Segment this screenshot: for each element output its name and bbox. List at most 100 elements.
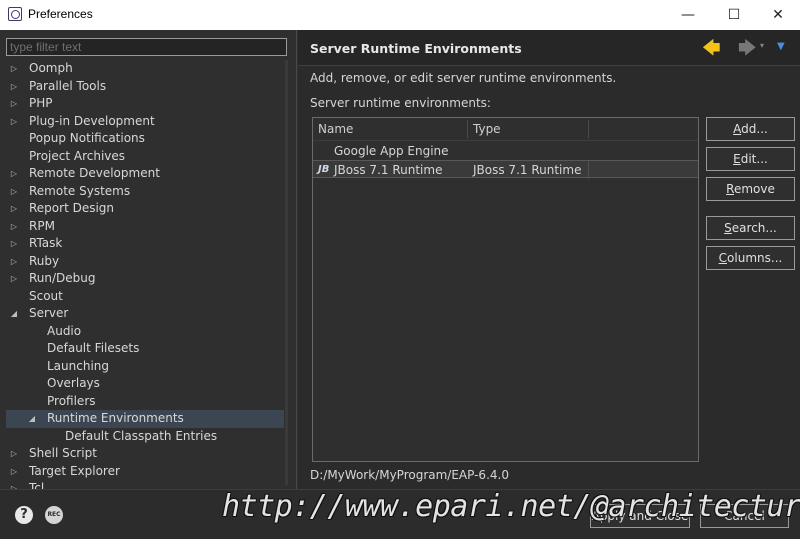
tree-item[interactable]: ▷ Remote Development bbox=[6, 165, 284, 183]
collapsed-arrow-icon[interactable]: ▷ bbox=[8, 445, 20, 463]
tree-item-label: RTask bbox=[29, 236, 63, 250]
tree-item[interactable]: ▷ PHP bbox=[6, 95, 284, 113]
column-divider[interactable] bbox=[467, 120, 468, 138]
forward-arrow-icon[interactable]: 🡆 bbox=[738, 36, 757, 66]
table-row[interactable]: JB JBoss 7.1 Runtime JBoss 7.1 Runtime bbox=[313, 160, 698, 179]
collapsed-arrow-icon[interactable]: ▷ bbox=[8, 95, 20, 113]
collapsed-arrow-icon[interactable]: ▷ bbox=[8, 113, 20, 131]
add-button[interactable]: Add... bbox=[706, 117, 795, 141]
collapsed-arrow-icon[interactable]: ▷ bbox=[8, 463, 20, 481]
tree-item-label: Default Filesets bbox=[47, 341, 140, 355]
tree-item[interactable]: ▷ Shell Script bbox=[6, 445, 284, 463]
tree-item-label: Popup Notifications bbox=[29, 131, 145, 145]
runtime-name: Google App Engine bbox=[334, 144, 449, 158]
tree-item[interactable]: Project Archives bbox=[6, 148, 284, 166]
collapsed-arrow-icon[interactable]: ▷ bbox=[8, 235, 20, 253]
preference-page: Server Runtime Environments 🡄 🡆 ▾ ▼ Add,… bbox=[298, 30, 800, 489]
collapsed-arrow-icon[interactable]: ▷ bbox=[8, 270, 20, 288]
column-header-name[interactable]: Name bbox=[318, 122, 353, 136]
tree-item-label: Parallel Tools bbox=[29, 78, 107, 93]
tree-item[interactable]: Overlays bbox=[6, 375, 284, 393]
forward-dropdown-icon[interactable]: ▾ bbox=[760, 41, 764, 50]
collapsed-arrow-icon[interactable]: ▷ bbox=[8, 60, 20, 78]
minimize-button[interactable]: — bbox=[665, 0, 711, 30]
expanded-arrow-icon[interactable]: ◢ bbox=[26, 410, 38, 428]
collapsed-arrow-icon[interactable]: ▷ bbox=[8, 253, 20, 271]
preferences-tree: ▷ Oomph ▷ Parallel Tools ▷ PHP ▷ Plug-in Develo… bbox=[6, 60, 284, 489]
tree-item[interactable]: ▷ RPM bbox=[6, 218, 284, 236]
tree-item[interactable]: Default Classpath Entries bbox=[6, 428, 284, 446]
tree-item[interactable]: ▷ Tcl bbox=[6, 480, 284, 489]
jboss-icon: JB bbox=[318, 164, 330, 175]
column-divider bbox=[588, 161, 589, 179]
tree-item-label: Launching bbox=[47, 358, 110, 373]
expanded-arrow-icon[interactable]: ◢ bbox=[8, 305, 20, 323]
tree-item[interactable]: ◢ Runtime Environments bbox=[6, 410, 284, 428]
page-header: Server Runtime Environments 🡄 🡆 ▾ ▼ bbox=[298, 30, 800, 66]
tree-item[interactable]: ▷ Ruby bbox=[6, 253, 284, 271]
eclipse-app-icon bbox=[8, 7, 22, 21]
tree-item[interactable]: ▷ Report Design bbox=[6, 200, 284, 218]
preferences-tree-panel: type filter text ▷ Oomph ▷ Parallel Tools ▷ P… bbox=[0, 30, 297, 489]
collapsed-arrow-icon[interactable]: ▷ bbox=[8, 165, 20, 183]
runtime-type: JBoss 7.1 Runtime bbox=[473, 163, 582, 177]
tree-item[interactable]: Launching bbox=[6, 358, 284, 376]
tree-item-label: Profilers bbox=[47, 393, 96, 408]
tree-item[interactable]: ◢ Server bbox=[6, 305, 284, 323]
columns-button[interactable]: Columns... bbox=[706, 246, 795, 270]
tree-item-label: Run/Debug bbox=[29, 271, 96, 285]
record-macro-icon[interactable]: REC bbox=[45, 506, 63, 524]
tree-scrollbar[interactable] bbox=[285, 60, 288, 485]
tree-item[interactable]: Popup Notifications bbox=[6, 130, 284, 148]
tree-item[interactable]: Scout bbox=[6, 288, 284, 306]
tree-item-label: Project Archives bbox=[29, 148, 126, 163]
tree-item-label: Report Design bbox=[29, 201, 115, 215]
collapsed-arrow-icon[interactable]: ▷ bbox=[8, 78, 20, 96]
tree-item-label: Plug-in Development bbox=[29, 113, 155, 128]
remove-button[interactable]: Remove bbox=[706, 177, 795, 201]
page-title: Server Runtime Environments bbox=[310, 41, 522, 56]
maximize-button[interactable]: ☐ bbox=[711, 0, 757, 30]
tree-item[interactable]: ▷ Oomph bbox=[6, 60, 284, 78]
tree-item[interactable]: ▷ Remote Systems bbox=[6, 183, 284, 201]
collapsed-arrow-icon[interactable]: ▷ bbox=[8, 183, 20, 201]
tree-item-label: Tcl bbox=[29, 481, 45, 489]
runtime-name: JBoss 7.1 Runtime bbox=[334, 163, 443, 177]
view-menu-icon[interactable]: ▼ bbox=[777, 41, 785, 52]
tree-item-label: Oomph bbox=[29, 61, 73, 75]
tree-item[interactable]: ▷ Parallel Tools bbox=[6, 78, 284, 96]
edit-button[interactable]: Edit... bbox=[706, 147, 795, 171]
tree-item[interactable]: Default Filesets bbox=[6, 340, 284, 358]
table-row[interactable]: Google App Engine bbox=[313, 142, 698, 160]
close-button[interactable]: ✕ bbox=[755, 0, 800, 30]
collapsed-arrow-icon[interactable]: ▷ bbox=[8, 200, 20, 218]
collapsed-arrow-icon[interactable]: ▷ bbox=[8, 480, 20, 489]
back-arrow-icon[interactable]: 🡄 bbox=[702, 36, 721, 66]
collapsed-arrow-icon[interactable]: ▷ bbox=[8, 218, 20, 236]
tree-item[interactable]: ▷ Target Explorer bbox=[6, 463, 284, 481]
runtime-list-label: Server runtime environments: bbox=[310, 96, 491, 110]
tree-item-label: Target Explorer bbox=[29, 463, 120, 478]
tree-item-label: Ruby bbox=[29, 253, 60, 268]
search-button[interactable]: Search... bbox=[706, 216, 795, 240]
tree-item-label: Runtime Environments bbox=[47, 411, 184, 425]
filter-input[interactable]: type filter text bbox=[6, 38, 287, 56]
tree-item-label: Remote Development bbox=[29, 166, 160, 180]
tree-item[interactable]: ▷ RTask bbox=[6, 235, 284, 253]
tree-item-label: Scout bbox=[29, 288, 63, 303]
runtime-environments-table[interactable]: Name Type Google App Engine JB JBoss 7.1… bbox=[312, 117, 699, 462]
column-divider[interactable] bbox=[588, 120, 589, 138]
table-header: Name Type bbox=[313, 118, 698, 141]
tree-item-label: Default Classpath Entries bbox=[65, 428, 218, 443]
tree-item-label: PHP bbox=[29, 96, 53, 110]
tree-item[interactable]: ▷ Run/Debug bbox=[6, 270, 284, 288]
tree-item[interactable]: Profilers bbox=[6, 393, 284, 411]
window-title: Preferences bbox=[28, 7, 93, 21]
tree-item-label: Overlays bbox=[47, 376, 100, 390]
column-header-type[interactable]: Type bbox=[473, 122, 501, 136]
help-icon[interactable]: ? bbox=[15, 506, 33, 524]
tree-item[interactable]: ▷ Plug-in Development bbox=[6, 113, 284, 131]
watermark-text: http://www.epari.net/@architecture bbox=[222, 489, 800, 524]
tree-item[interactable]: Audio bbox=[6, 323, 284, 341]
title-bar: Preferences — ☐ ✕ bbox=[0, 0, 800, 30]
